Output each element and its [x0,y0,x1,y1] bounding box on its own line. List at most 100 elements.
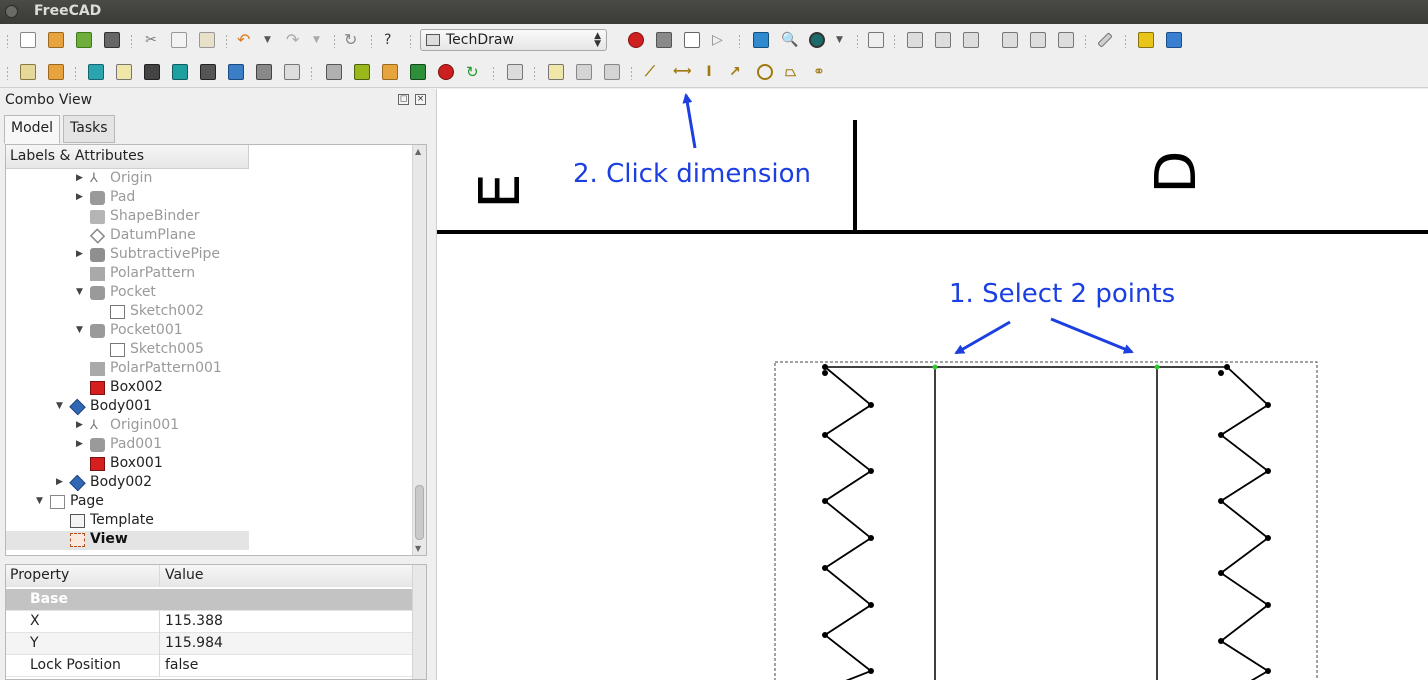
property-value[interactable]: false [161,655,411,677]
draw-style-icon[interactable] [809,32,825,48]
toolbar-grip[interactable] [6,66,9,80]
view-top-icon[interactable] [935,32,951,48]
expand-arrow-icon[interactable]: ▶ [76,173,86,183]
create-group-icon[interactable] [1166,32,1182,48]
tree-item-body002[interactable]: ▶ Body002 [6,474,249,493]
float-panel-icon[interactable]: ◻ [398,94,409,105]
diameter-dimension-icon[interactable] [757,64,773,80]
tree-item-datumplane[interactable]: DatumPlane [6,227,249,246]
collapse-arrow-icon[interactable]: ▼ [76,287,86,297]
create-part-icon[interactable] [1138,32,1154,48]
tree-item-view[interactable]: View [6,531,249,550]
toolbar-grip[interactable] [856,34,859,48]
view-bottom-icon[interactable] [1030,32,1046,48]
collapse-arrow-icon[interactable]: ▼ [56,401,66,411]
draw-style-dropdown-icon[interactable]: ▼ [836,32,852,48]
view-right-icon[interactable] [963,32,979,48]
expand-arrow-icon[interactable]: ▶ [76,192,86,202]
toolbar-grip[interactable] [893,34,896,48]
workbench-selector[interactable]: TechDraw ▲ ▼ [420,29,607,51]
tree-item-polarpattern001[interactable]: PolarPattern001 [6,360,249,379]
horizontal-dimension-icon[interactable]: ⟷ [673,64,692,80]
tree-item-shapebinder[interactable]: ShapeBinder [6,208,249,227]
tree-item-pad001[interactable]: ▶ Pad001 [6,436,249,455]
tree-item-pocket001[interactable]: ▼ Pocket001 [6,322,249,341]
hatch-icon[interactable] [354,64,370,80]
view-isometric-icon[interactable] [868,32,884,48]
clip-group-icon[interactable] [326,64,342,80]
selected-point-1[interactable] [932,364,938,370]
cut-icon[interactable]: ✂ [143,32,159,48]
fit-all-icon[interactable] [753,32,769,48]
view-frame[interactable] [774,361,1318,680]
tree-item-sketch002[interactable]: Sketch002 [6,303,249,322]
window-close-button[interactable] [5,5,18,18]
scrollbar-thumb[interactable] [415,485,424,540]
collapse-arrow-icon[interactable]: ▼ [36,496,46,506]
stop-macro-icon[interactable] [656,32,672,48]
active-view-icon[interactable] [116,64,132,80]
redo-icon[interactable]: ↷ [286,32,302,48]
toolbar-grip[interactable] [225,34,228,48]
scroll-down-icon[interactable]: ▼ [415,544,421,553]
new-document-icon[interactable] [20,32,36,48]
view-left-icon[interactable] [1058,32,1074,48]
image-icon[interactable] [410,64,426,80]
property-row-y[interactable]: Y 115.984 [6,633,412,655]
toolbar-grip[interactable] [533,66,536,80]
expand-arrow-icon[interactable]: ▶ [76,420,86,430]
toggle-frame-icon[interactable] [438,64,454,80]
insert-view-icon[interactable] [88,64,104,80]
redraw-page-icon[interactable]: ↻ [466,64,482,80]
tree-item-sketch005[interactable]: Sketch005 [6,341,249,360]
toolbar-grip[interactable] [370,34,373,48]
symbol-icon[interactable] [576,64,592,80]
save-icon[interactable] [76,32,92,48]
length-dimension-icon[interactable]: ⟋ [645,64,661,80]
open-folder-icon[interactable] [48,32,64,48]
radius-dimension-icon[interactable]: ↗ [729,64,745,80]
toolbar-grip[interactable] [310,66,313,80]
tree-item-origin[interactable]: ▶ ⅄ Origin [6,170,249,189]
toolbar-grip[interactable] [1084,34,1087,48]
tree-item-subtractivepipe[interactable]: ▶ SubtractivePipe [6,246,249,265]
vertex-points[interactable] [822,364,1271,674]
right-thread-profile[interactable] [1219,366,1270,680]
link-dimension-icon[interactable]: ⚭ [813,64,829,80]
toolbar-grip[interactable] [492,66,495,80]
tree-item-origin001[interactable]: ▶ ⅄ Origin001 [6,417,249,436]
tree-scrollbar[interactable]: ▲ ▼ [412,145,426,555]
property-scrollbar[interactable] [412,565,426,679]
fit-selection-icon[interactable]: 🔍 [781,32,798,48]
insert-template-icon[interactable] [48,64,64,80]
toolbar-grip[interactable] [74,66,77,80]
tree-item-box001[interactable]: Box001 [6,455,249,474]
model-tree[interactable]: Labels & Attributes ▶ ⅄ Origin ▶ Pad ShapeBin… [5,144,427,556]
run-macro-icon[interactable]: ▷ [712,32,728,48]
tree-column-header[interactable]: Labels & Attributes [6,145,249,169]
refresh-icon[interactable]: ↻ [344,32,360,48]
tree-item-pocket[interactable]: ▼ Pocket [6,284,249,303]
expand-arrow-icon[interactable]: ▶ [56,477,66,487]
undo-icon[interactable]: ↶ [237,32,253,48]
toolbar-grip[interactable] [630,66,633,80]
toolbar-grip[interactable] [738,34,741,48]
panel-splitter[interactable] [5,558,427,562]
angle-dimension-icon[interactable]: ⏢ [785,64,801,80]
spreadsheet-view-icon[interactable] [284,64,300,80]
tab-model[interactable]: Model [4,115,61,144]
vertical-dimension-icon[interactable]: I [701,64,717,80]
property-value[interactable]: 115.984 [161,633,411,655]
value-column-header[interactable]: Value [161,565,411,587]
edit-macro-icon[interactable] [684,32,700,48]
property-row-lock-position[interactable]: Lock Position false [6,655,412,677]
projection-group-icon[interactable] [144,64,160,80]
geometric-hatch-icon[interactable] [382,64,398,80]
export-svg-icon[interactable] [507,64,523,80]
insert-default-page-icon[interactable] [20,64,36,80]
tree-item-template[interactable]: Template [6,512,249,531]
view-front-icon[interactable] [907,32,923,48]
section-view-icon[interactable] [172,64,188,80]
copy-icon[interactable] [171,32,187,48]
close-panel-icon[interactable]: × [415,94,426,105]
